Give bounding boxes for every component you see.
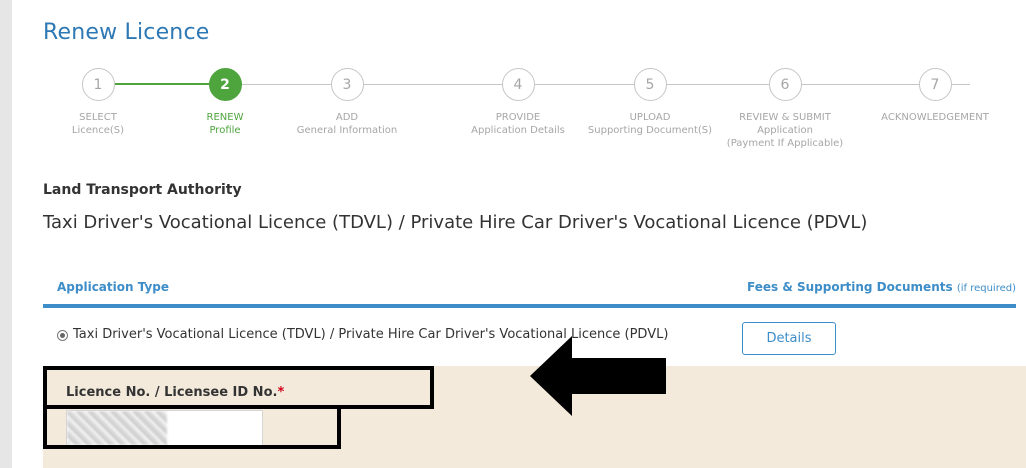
- step-number-circle: 5: [633, 68, 667, 101]
- step-label-line1: ADD: [335, 112, 359, 123]
- step-label-line3: (Payment If Applicable): [726, 138, 844, 149]
- application-type-label: Application Type: [57, 280, 170, 294]
- radio-button-selected[interactable]: [57, 330, 68, 341]
- step-6: 6 REVIEW & SUBMIT Application (Payment I…: [710, 68, 860, 150]
- step-4: 4 PROVIDE Application Details: [443, 68, 593, 137]
- step-label: ACKNOWLEDGEMENT: [860, 111, 1010, 124]
- step-label: PROVIDE Application Details: [443, 111, 593, 137]
- annotation-arrow-left-icon: [530, 336, 666, 416]
- step-label-line2: Application: [757, 125, 813, 136]
- progress-stepper: 1 SELECT Licence(S) 2 RENEW Profile 3 AD…: [40, 68, 1020, 178]
- step-label-line1: PROVIDE: [495, 112, 541, 123]
- step-7: 7 ACKNOWLEDGEMENT: [860, 68, 1010, 124]
- step-label-line1: UPLOAD: [629, 112, 671, 123]
- step-label: UPLOAD Supporting Document(S): [575, 111, 725, 137]
- step-label-line2: General Information: [296, 125, 398, 136]
- step-number-circle: 4: [501, 68, 535, 101]
- details-button[interactable]: Details: [742, 322, 836, 355]
- agency-name: Land Transport Authority: [43, 182, 242, 198]
- step-5: 5 UPLOAD Supporting Document(S): [575, 68, 725, 137]
- left-border: [0, 0, 12, 468]
- annotation-box-label: [43, 366, 434, 409]
- licence-title: Taxi Driver's Vocational Licence (TDVL) …: [43, 212, 868, 233]
- step-label: ADD General Information: [272, 111, 422, 137]
- application-type-header: Application Type Fees & Supporting Docum…: [43, 268, 1016, 308]
- step-label-line1: ACKNOWLEDGEMENT: [881, 112, 989, 123]
- step-number-circle: 2: [208, 68, 242, 101]
- fees-documents-label: Fees & Supporting Documents (if required…: [747, 280, 1016, 294]
- step-number-circle: 1: [81, 68, 115, 101]
- step-label-line1: REVIEW & SUBMIT: [739, 112, 831, 123]
- step-number-circle: 3: [330, 68, 364, 101]
- step-label: REVIEW & SUBMIT Application (Payment If …: [710, 111, 860, 150]
- step-number-circle: 7: [918, 68, 952, 101]
- annotation-box-input: [43, 405, 341, 449]
- fees-label-hint: (if required): [956, 283, 1016, 294]
- page-title: Renew Licence: [43, 20, 210, 45]
- fees-label-text: Fees & Supporting Documents: [747, 280, 953, 294]
- step-label-line2: Application Details: [471, 125, 565, 136]
- step-number-circle: 6: [768, 68, 802, 101]
- step-3: 3 ADD General Information: [272, 68, 422, 137]
- step-label-line2: Supporting Document(S): [587, 125, 713, 136]
